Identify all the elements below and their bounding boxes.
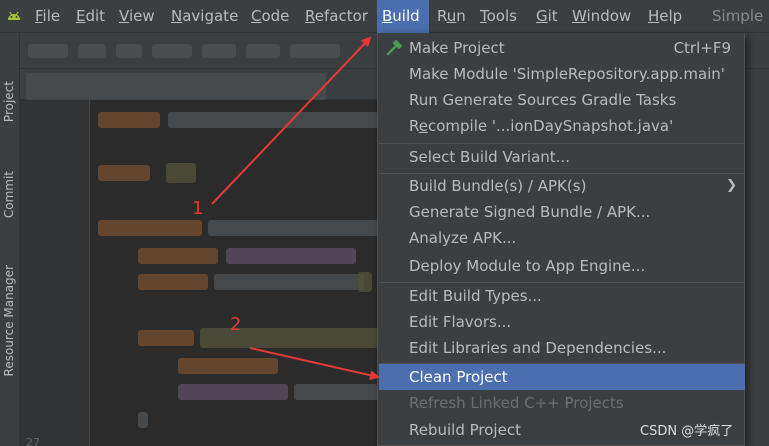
recompile-item[interactable]: Recompile '...ionDaySnapshot.java' [379,113,745,139]
android-studio-icon [8,11,20,20]
code-token [214,274,364,290]
menu-code[interactable]: Code [246,0,294,33]
edit-build-types-item[interactable]: Edit Build Types... [379,283,745,309]
make-project-item[interactable]: Make Project Ctrl+F9 [379,35,745,61]
code-token [166,163,196,183]
resource-manager-tool-tab[interactable]: Resource Manager [2,265,16,376]
code-token [168,112,378,128]
run-generate-sources-item[interactable]: Run Generate Sources Gradle Tasks [379,87,745,113]
menu-file[interactable]: File [30,0,65,33]
breadcrumb-segment[interactable] [246,44,280,58]
code-token [98,165,150,181]
code-token [138,330,194,346]
build-bundle-apk-item[interactable]: Build Bundle(s) / APK(s) ❯ [379,173,745,199]
annotation-step-2: 2 [230,314,242,335]
project-tool-tab[interactable]: Project [2,81,16,122]
generate-signed-bundle-item[interactable]: Generate Signed Bundle / APK... [379,199,745,225]
menu-build[interactable]: Build [377,0,429,33]
breadcrumb-segment[interactable] [202,44,236,58]
menu-navigate[interactable]: Navigate [166,0,243,33]
menu-bar: File Edit View Navigate Code Refactor Bu… [0,0,769,33]
menu-run[interactable]: Run [432,0,471,33]
refresh-linked-cpp-item: Refresh Linked C++ Projects [409,394,624,412]
window-title: Simple [712,7,764,25]
edit-flavors-item[interactable]: Edit Flavors... [379,309,745,335]
hammer-icon [386,40,403,56]
code-token [200,328,378,348]
code-token [294,384,378,400]
breadcrumb-segment[interactable] [116,44,142,58]
clean-project-item[interactable]: Clean Project [379,364,745,390]
code-token [358,272,372,292]
right-tool-strip [745,69,769,446]
editor-gutter [20,100,90,446]
breadcrumb-segment[interactable] [290,44,340,58]
code-token [138,248,218,264]
code-token [178,358,278,374]
menu-edit[interactable]: Edit [71,0,110,33]
menu-refactor[interactable]: Refactor [300,0,373,33]
chevron-right-icon: ❯ [726,178,737,193]
make-project-shortcut: Ctrl+F9 [673,39,731,57]
tool-window-strip: Project Commit Resource Manager [0,33,20,446]
select-build-variant-item[interactable]: Select Build Variant... [379,144,745,170]
watermark: CSDN @学疯了 [640,424,734,439]
deploy-module-item[interactable]: Deploy Module to App Engine... [379,253,745,279]
code-token [98,220,202,236]
menu-window[interactable]: Window [567,0,636,33]
commit-tool-tab[interactable]: Commit [2,171,16,218]
make-module-item[interactable]: Make Module 'SimpleRepository.app.main' [379,61,745,87]
code-token [138,274,208,290]
analyze-apk-item[interactable]: Analyze APK... [379,225,745,251]
line-number: 27 [26,436,40,446]
menu-help[interactable]: Help [643,0,687,33]
edit-libraries-item[interactable]: Edit Libraries and Dependencies... [379,335,745,361]
code-token [208,220,378,236]
code-token [98,112,160,128]
breadcrumb-segment[interactable] [78,44,106,58]
code-token [178,384,288,400]
build-menu-dropdown: Make Project Ctrl+F9 Make Module 'Simple… [377,33,745,446]
editor-file-tab[interactable] [26,73,326,100]
menu-view[interactable]: View [114,0,160,33]
breadcrumb-segment[interactable] [152,44,192,58]
code-token [138,412,148,428]
code-token [226,248,356,264]
breadcrumb-segment[interactable] [28,44,68,58]
annotation-step-1: 1 [192,198,204,219]
menu-tools[interactable]: Tools [475,0,522,33]
menu-git[interactable]: Git [531,0,563,33]
